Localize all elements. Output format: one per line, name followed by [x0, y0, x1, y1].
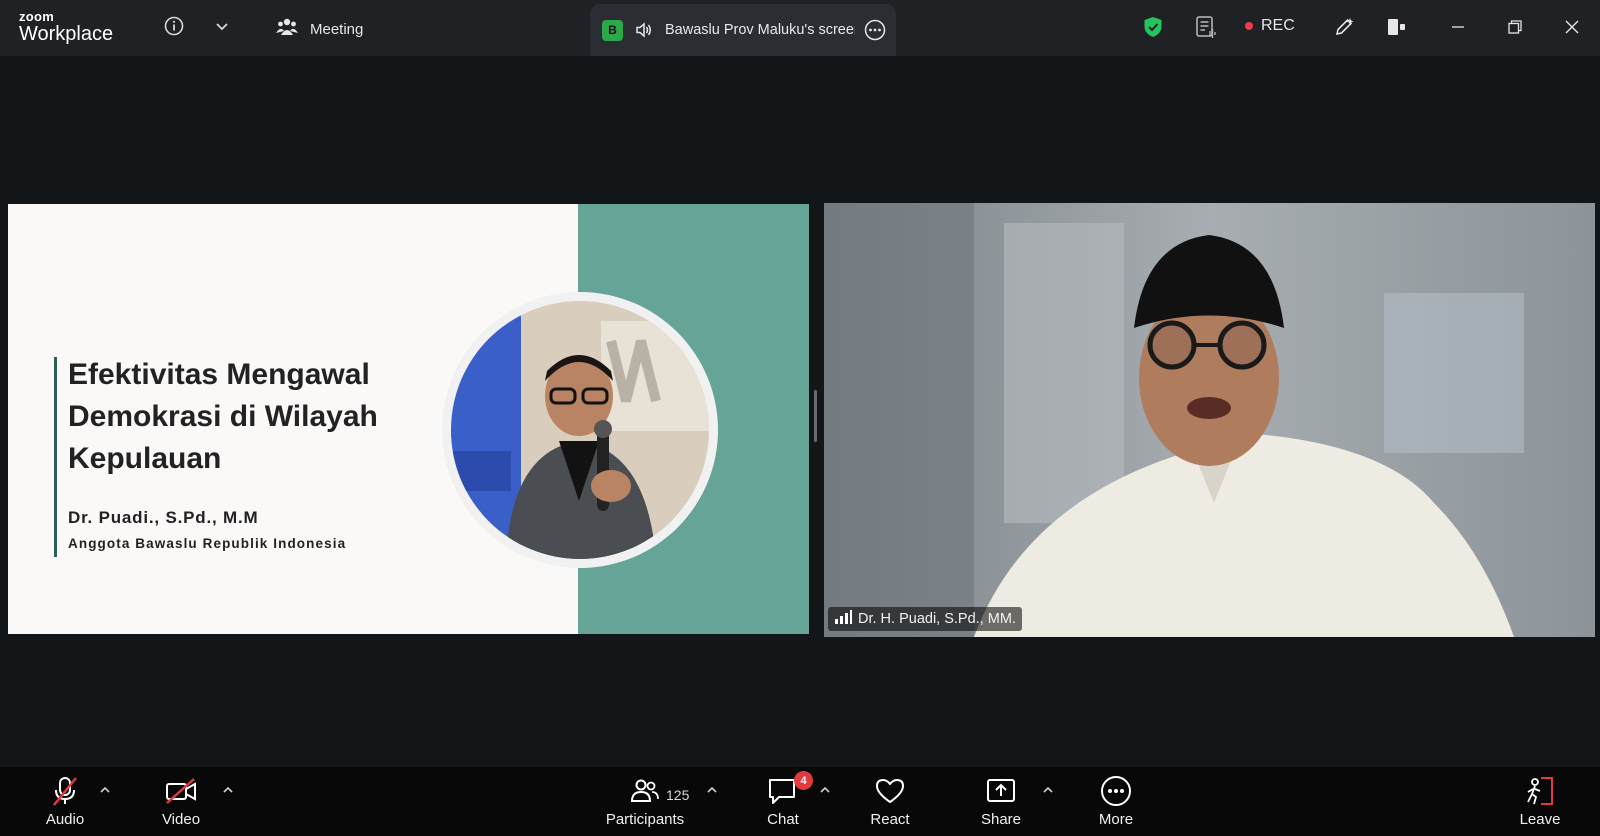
- slide-heading-line: Efektivitas Mengawal: [68, 358, 370, 391]
- info-icon[interactable]: [162, 14, 186, 38]
- speaker-icon: [635, 21, 653, 39]
- heart-icon: [874, 773, 906, 809]
- zoom-workplace-logo: zoom Workplace: [19, 10, 113, 44]
- audio-label: Audio: [45, 811, 85, 828]
- slide-heading-line: Demokrasi di Wilayah: [68, 400, 378, 433]
- participants-group-icon: [276, 17, 298, 41]
- chat-button[interactable]: 4 Chat: [738, 771, 828, 828]
- meeting-menu[interactable]: Meeting: [276, 17, 363, 41]
- view-layout-icon[interactable]: [1384, 14, 1410, 40]
- chat-unread-badge: 4: [794, 771, 813, 790]
- leave-button[interactable]: Leave: [1495, 773, 1585, 828]
- share-button[interactable]: Share: [956, 773, 1046, 828]
- react-button[interactable]: React: [845, 773, 935, 828]
- more-ellipsis-icon: [1100, 773, 1132, 809]
- ai-summary-icon[interactable]: [1193, 14, 1219, 40]
- more-button[interactable]: More: [1071, 773, 1161, 828]
- slide-speaker-role: Anggota Bawaslu Republik Indonesia: [68, 536, 347, 551]
- share-tab-title: Bawaslu Prov Maluku's screen: [665, 22, 855, 38]
- chat-options-chevron-icon[interactable]: [819, 783, 831, 798]
- video-options-chevron-icon[interactable]: [222, 783, 234, 798]
- participants-icon: [630, 773, 660, 809]
- leave-label: Leave: [1519, 811, 1561, 828]
- chevron-down-icon[interactable]: [210, 14, 234, 38]
- speaker-video-tile[interactable]: Dr. H. Puadi, S.Pd., MM.: [824, 203, 1595, 637]
- shared-screen-slide: Efektivitas Mengawal Demokrasi di Wilaya…: [8, 204, 809, 634]
- sharer-badge: B: [602, 19, 623, 41]
- video-label: Video: [161, 811, 201, 828]
- slide-speaker-name: Dr. Puadi., S.Pd., M.M: [68, 508, 259, 527]
- recording-indicator[interactable]: REC: [1245, 17, 1295, 35]
- speaker-video-frame: [824, 203, 1595, 637]
- slide-heading-line: Kepulauan: [68, 442, 222, 475]
- mic-muted-icon: [50, 773, 80, 809]
- speaker-portrait-photo: [442, 292, 718, 568]
- meeting-toolbar: Audio Video Participants 125 4 Chat Reac…: [0, 767, 1600, 836]
- security-shield-icon[interactable]: [1141, 14, 1165, 40]
- brand-small: zoom: [19, 9, 55, 24]
- view-splitter-handle[interactable]: [814, 390, 817, 442]
- chat-label: Chat: [767, 811, 799, 828]
- slide-accent-bar: [54, 357, 57, 557]
- record-dot-icon: [1245, 22, 1253, 30]
- audio-button[interactable]: Audio: [20, 773, 110, 828]
- audio-options-chevron-icon[interactable]: [99, 783, 111, 798]
- minimize-icon[interactable]: [1445, 14, 1471, 40]
- close-icon[interactable]: [1559, 14, 1585, 40]
- annotate-pen-icon[interactable]: [1331, 14, 1357, 40]
- video-off-icon: [164, 773, 198, 809]
- restore-window-icon[interactable]: [1502, 14, 1528, 40]
- share-label: Share: [980, 811, 1022, 828]
- leave-door-icon: [1523, 773, 1557, 809]
- video-button[interactable]: Video: [136, 773, 226, 828]
- signal-strength-icon: [834, 610, 852, 628]
- brand-large: Workplace: [19, 23, 114, 45]
- share-options-chevron-icon[interactable]: [1042, 783, 1054, 798]
- react-label: React: [870, 811, 910, 828]
- meeting-label: Meeting: [310, 20, 364, 38]
- participant-name-label: Dr. H. Puadi, S.Pd., MM.: [828, 607, 1022, 631]
- participants-options-chevron-icon[interactable]: [706, 783, 718, 798]
- rec-label: REC: [1261, 17, 1295, 34]
- participant-count: 125: [666, 787, 690, 803]
- slide-heading: Efektivitas Mengawal Demokrasi di Wilaya…: [68, 354, 448, 480]
- title-bar: zoom Workplace Meeting B Bawaslu Prov Ma…: [0, 0, 1600, 56]
- chat-icon: 4: [767, 771, 813, 809]
- screen-share-tab[interactable]: B Bawaslu Prov Maluku's screen: [590, 4, 896, 56]
- participants-label: Participants: [605, 811, 685, 828]
- share-screen-icon: [985, 773, 1017, 809]
- more-label: More: [1098, 811, 1134, 828]
- participant-name: Dr. H. Puadi, S.Pd., MM.: [858, 611, 1016, 627]
- more-options-icon[interactable]: [864, 19, 886, 41]
